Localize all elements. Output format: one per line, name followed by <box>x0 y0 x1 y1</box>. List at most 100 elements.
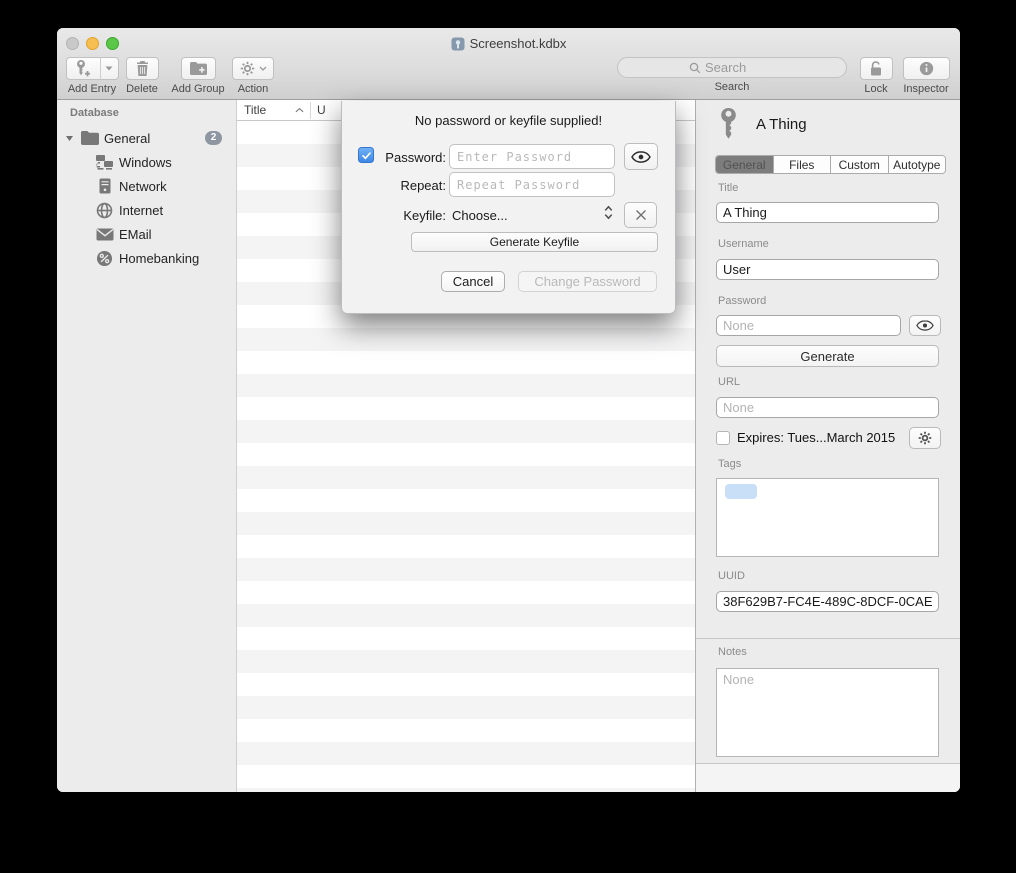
sidebar-item-label: General <box>104 131 150 146</box>
tab-autotype[interactable]: Autotype <box>889 156 946 173</box>
keyfile-dropdown[interactable]: Choose... <box>452 208 508 223</box>
tags-field[interactable] <box>716 478 939 557</box>
inspector-label: Inspector <box>900 83 952 95</box>
tag-token[interactable] <box>725 484 757 499</box>
cancel-button[interactable]: Cancel <box>441 271 505 292</box>
check-icon <box>361 150 372 161</box>
delete-button[interactable] <box>126 57 159 80</box>
sheet-reveal-password-button[interactable] <box>624 143 658 170</box>
add-entry-label: Add Entry <box>61 83 123 95</box>
generate-keyfile-button[interactable]: Generate Keyfile <box>411 232 658 252</box>
inspector-tabs: General Files Custom Autotype <box>715 155 946 174</box>
entry-count-badge: 2 <box>205 131 222 145</box>
window-title-bar: Screenshot.kdbx <box>57 35 960 52</box>
close-x-icon <box>635 209 647 221</box>
clear-keyfile-button[interactable] <box>624 202 657 228</box>
folder-plus-icon <box>190 62 207 75</box>
password-label: Password <box>718 295 766 307</box>
password-field[interactable] <box>716 315 901 336</box>
lock-button[interactable] <box>860 57 893 80</box>
stepper-icon[interactable] <box>604 205 613 220</box>
sheet-message: No password or keyfile supplied! <box>342 113 675 128</box>
column-header-username[interactable]: U <box>317 103 326 117</box>
sheet-password-label: Password: <box>376 150 446 165</box>
toolbar-item-add-group: Add Group <box>165 57 231 95</box>
entry-title: A Thing <box>756 116 807 133</box>
uuid-label: UUID <box>718 570 745 582</box>
sidebar-section-header: Database <box>70 107 119 119</box>
inspector-button[interactable] <box>903 57 950 80</box>
envelope-icon <box>95 228 114 241</box>
title-label: Title <box>718 182 738 194</box>
uuid-field[interactable] <box>716 591 939 612</box>
sheet-repeat-input[interactable] <box>449 172 615 197</box>
key-icon <box>718 108 739 142</box>
column-header-title[interactable]: Title <box>244 103 266 117</box>
tab-files[interactable]: Files <box>774 156 832 173</box>
percent-icon <box>95 250 114 267</box>
inspector-panel: A Thing General Files Custom Autotype Ti… <box>695 100 960 792</box>
window-chrome: Screenshot.kdbx Add Entry <box>57 28 960 100</box>
desktop-background: Screenshot.kdbx Add Entry <box>0 0 1016 873</box>
expires-label: Expires: Tues...March 2015 <box>737 430 895 445</box>
add-entry-button[interactable] <box>66 57 100 80</box>
toolbar-item-inspector: Inspector <box>900 57 952 95</box>
add-group-button[interactable] <box>181 57 216 80</box>
sidebar-item-general[interactable]: General 2 <box>57 127 237 149</box>
password-enabled-checkbox[interactable] <box>358 147 374 163</box>
tab-custom[interactable]: Custom <box>831 156 889 173</box>
divider <box>696 638 960 639</box>
chevron-down-icon <box>259 66 267 71</box>
window-title: Screenshot.kdbx <box>470 36 567 51</box>
delete-label: Delete <box>124 83 160 95</box>
lock-label: Lock <box>857 83 895 95</box>
add-entry-dropdown-button[interactable] <box>100 57 119 80</box>
search-field[interactable] <box>617 57 847 78</box>
sidebar-item-windows[interactable]: Windows <box>57 150 237 174</box>
disclosure-triangle-icon[interactable] <box>65 135 75 142</box>
folder-icon <box>81 131 99 145</box>
title-field[interactable] <box>716 202 939 223</box>
globe-icon <box>95 202 114 219</box>
search-input[interactable] <box>705 60 775 75</box>
search-label: Search <box>617 81 847 93</box>
reveal-password-button[interactable] <box>909 315 941 336</box>
tags-label: Tags <box>718 458 741 470</box>
sidebar-item-network[interactable]: Network <box>57 174 237 198</box>
gear-icon <box>918 431 932 445</box>
info-icon <box>919 61 934 76</box>
generate-password-button[interactable]: Generate <box>716 345 939 367</box>
sort-ascending-icon <box>295 107 304 113</box>
sidebar-item-label: Windows <box>119 155 172 170</box>
username-field[interactable] <box>716 259 939 280</box>
sidebar-item-label: Homebanking <box>119 251 199 266</box>
windows-network-icon <box>95 155 114 170</box>
toolbar-item-add-entry: Add Entry <box>61 57 123 95</box>
sidebar-item-internet[interactable]: Internet <box>57 198 237 222</box>
toolbar-item-delete: Delete <box>124 57 160 95</box>
sidebar-item-label: Internet <box>119 203 163 218</box>
sheet-password-input[interactable] <box>449 144 615 169</box>
expires-checkbox[interactable] <box>716 431 730 445</box>
eye-icon <box>916 320 934 331</box>
change-password-sheet: No password or keyfile supplied! Passwor… <box>341 101 676 314</box>
sidebar-item-email[interactable]: EMail <box>57 222 237 246</box>
eye-icon <box>631 151 651 163</box>
sheet-keyfile-label: Keyfile: <box>376 208 446 223</box>
username-label: Username <box>718 238 769 250</box>
notes-field[interactable] <box>716 668 939 757</box>
expires-settings-button[interactable] <box>909 427 941 449</box>
tab-general[interactable]: General <box>716 156 774 173</box>
url-field[interactable] <box>716 397 939 418</box>
action-button[interactable] <box>232 57 274 80</box>
server-icon <box>95 178 114 194</box>
sidebar-item-homebanking[interactable]: Homebanking <box>57 246 237 270</box>
url-label: URL <box>718 376 740 388</box>
sidebar: Database General 2 Windows <box>57 100 237 792</box>
chevron-down-icon <box>105 66 113 71</box>
app-window: Screenshot.kdbx Add Entry <box>57 28 960 792</box>
key-plus-icon <box>75 60 91 77</box>
change-password-button[interactable]: Change Password <box>518 271 657 292</box>
inspector-footer <box>696 764 960 792</box>
column-divider[interactable] <box>310 102 311 119</box>
